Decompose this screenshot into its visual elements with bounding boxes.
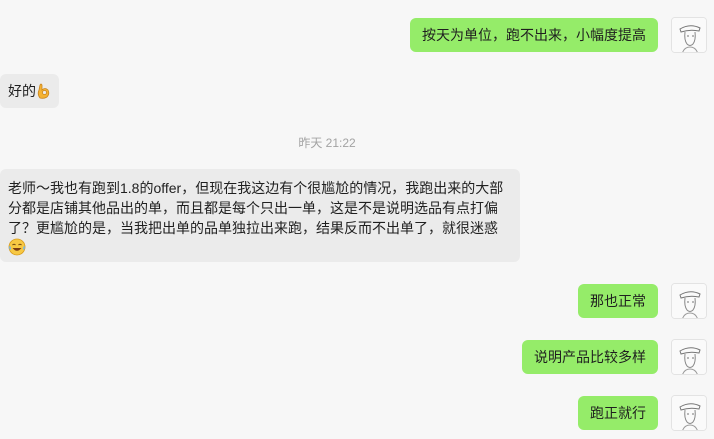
chat-history[interactable]: 按天为单位，跑不出来，小幅度提高 好的 昨天 21:22 老师～我也有跑到1.8… — [0, 0, 714, 439]
message-text: 按天为单位，跑不出来，小幅度提高 — [422, 27, 646, 43]
ok-hand-emoji-icon — [36, 82, 51, 104]
tears-of-joy-emoji-icon — [8, 238, 26, 261]
sketch-portrait-icon — [672, 18, 706, 52]
avatar[interactable] — [671, 339, 707, 375]
message-bubble-outgoing[interactable]: 那也正常 — [578, 284, 658, 318]
message-bubble-incoming[interactable]: 好的 — [0, 74, 59, 108]
message-text: 那也正常 — [590, 293, 646, 309]
sketch-portrait-icon — [672, 340, 706, 374]
sketch-portrait-icon — [672, 284, 706, 318]
sketch-portrait-icon — [672, 396, 706, 430]
timestamp: 昨天 21:22 — [298, 136, 356, 150]
message-text: 老师～我也有跑到1.8的offer，但现在我这边有个很尴尬的情况，我跑出来的大部… — [8, 180, 504, 236]
message-text: 好的 — [8, 83, 36, 99]
message-bubble-outgoing[interactable]: 跑正就行 — [578, 396, 658, 430]
avatar[interactable] — [671, 395, 707, 431]
avatar[interactable] — [671, 17, 707, 53]
message-text: 跑正就行 — [590, 405, 646, 421]
message-bubble-outgoing[interactable]: 说明产品比较多样 — [522, 340, 658, 374]
avatar[interactable] — [671, 283, 707, 319]
message-bubble-incoming[interactable]: 老师～我也有跑到1.8的offer，但现在我这边有个很尴尬的情况，我跑出来的大部… — [0, 169, 520, 262]
message-text: 说明产品比较多样 — [534, 349, 646, 365]
message-bubble-outgoing[interactable]: 按天为单位，跑不出来，小幅度提高 — [410, 18, 658, 52]
